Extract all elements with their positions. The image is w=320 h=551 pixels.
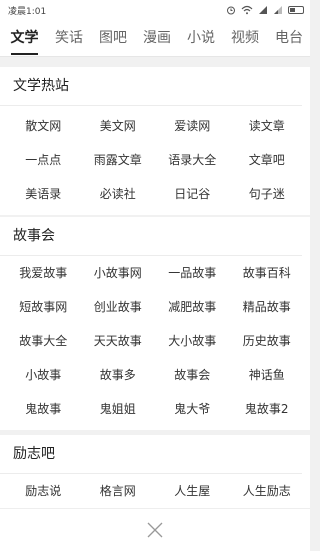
site-link[interactable]: 一点点 [6, 143, 81, 177]
wifi-icon [241, 5, 253, 15]
status-time: 凌晨1:01 [8, 6, 47, 17]
site-link[interactable]: 文章吧 [230, 143, 305, 177]
tab-tuba[interactable]: 图吧 [91, 20, 135, 57]
site-link[interactable]: 日记谷 [155, 177, 230, 211]
site-link[interactable]: 减肥故事 [155, 290, 230, 324]
site-link[interactable]: 故事大全 [6, 324, 81, 358]
site-link[interactable]: 故事会 [155, 358, 230, 392]
section-title: 故事会 [0, 217, 302, 256]
section-title: 励志吧 [0, 435, 302, 474]
tab-shipin[interactable]: 视频 [223, 20, 267, 57]
tab-diantai[interactable]: 电台 [267, 20, 311, 57]
site-link[interactable]: 天天故事 [81, 324, 156, 358]
category-tab-bar: 文学 笑话 图吧 漫画 小说 视频 电台 [0, 20, 310, 57]
status-bar: 凌晨1:01 [0, 0, 310, 20]
link-grid: 我爱故事 小故事网 一品故事 故事百科 短故事网 创业故事 减肥故事 精品故事 … [0, 256, 310, 430]
tab-manhua[interactable]: 漫画 [135, 20, 179, 57]
section-title: 文学热站 [0, 67, 302, 106]
battery-icon [288, 6, 304, 14]
section-stories: 故事会 我爱故事 小故事网 一品故事 故事百科 短故事网 创业故事 减肥故事 精… [0, 217, 310, 430]
site-link[interactable]: 语录大全 [155, 143, 230, 177]
tab-xiaoshuo[interactable]: 小说 [179, 20, 223, 57]
signal-icon [274, 6, 282, 14]
link-grid: 散文网 美文网 爱读网 读文章 一点点 雨露文章 语录大全 文章吧 美语录 必读… [0, 106, 310, 215]
site-link[interactable]: 短故事网 [6, 290, 81, 324]
site-link[interactable]: 鬼故事2 [230, 392, 305, 426]
site-link[interactable]: 鬼故事 [6, 392, 81, 426]
site-link[interactable]: 雨露文章 [81, 143, 156, 177]
site-link[interactable]: 句子迷 [230, 177, 305, 211]
content-area: 文学热站 散文网 美文网 爱读网 读文章 一点点 雨露文章 语录大全 文章吧 美… [0, 57, 310, 551]
tab-xiaohua[interactable]: 笑话 [47, 20, 91, 57]
tab-wenxue[interactable]: 文学 [2, 20, 47, 57]
site-link[interactable]: 小故事网 [81, 256, 156, 290]
site-link[interactable]: 小故事 [6, 358, 81, 392]
site-link[interactable]: 散文网 [6, 109, 81, 143]
site-link[interactable]: 故事多 [81, 358, 156, 392]
site-link[interactable]: 读文章 [230, 109, 305, 143]
site-link[interactable]: 创业故事 [81, 290, 156, 324]
site-link[interactable]: 爱读网 [155, 109, 230, 143]
site-link[interactable]: 励志说 [6, 474, 81, 508]
site-link[interactable]: 鬼姐姐 [81, 392, 156, 426]
site-link[interactable]: 人生励志 [230, 474, 305, 508]
site-link[interactable]: 精品故事 [230, 290, 305, 324]
site-link[interactable]: 格言网 [81, 474, 156, 508]
site-link[interactable]: 一品故事 [155, 256, 230, 290]
site-link[interactable]: 美语录 [6, 177, 81, 211]
site-link[interactable]: 历史故事 [230, 324, 305, 358]
site-link[interactable]: 神话鱼 [230, 358, 305, 392]
site-link[interactable]: 我爱故事 [6, 256, 81, 290]
status-icons [226, 5, 304, 15]
site-link[interactable]: 鬼大爷 [155, 392, 230, 426]
site-link[interactable]: 大小故事 [155, 324, 230, 358]
site-link[interactable]: 美文网 [81, 109, 156, 143]
bottom-bar [0, 508, 310, 551]
close-icon[interactable] [145, 520, 165, 540]
site-link[interactable]: 人生屋 [155, 474, 230, 508]
site-link[interactable]: 故事百科 [230, 256, 305, 290]
alarm-icon [227, 6, 235, 15]
section-literature-sites: 文学热站 散文网 美文网 爱读网 读文章 一点点 雨露文章 语录大全 文章吧 美… [0, 67, 310, 215]
link-grid: 励志说 格言网 人生屋 人生励志 [0, 474, 310, 508]
site-link[interactable]: 必读社 [81, 177, 156, 211]
signal-icon [259, 6, 267, 14]
